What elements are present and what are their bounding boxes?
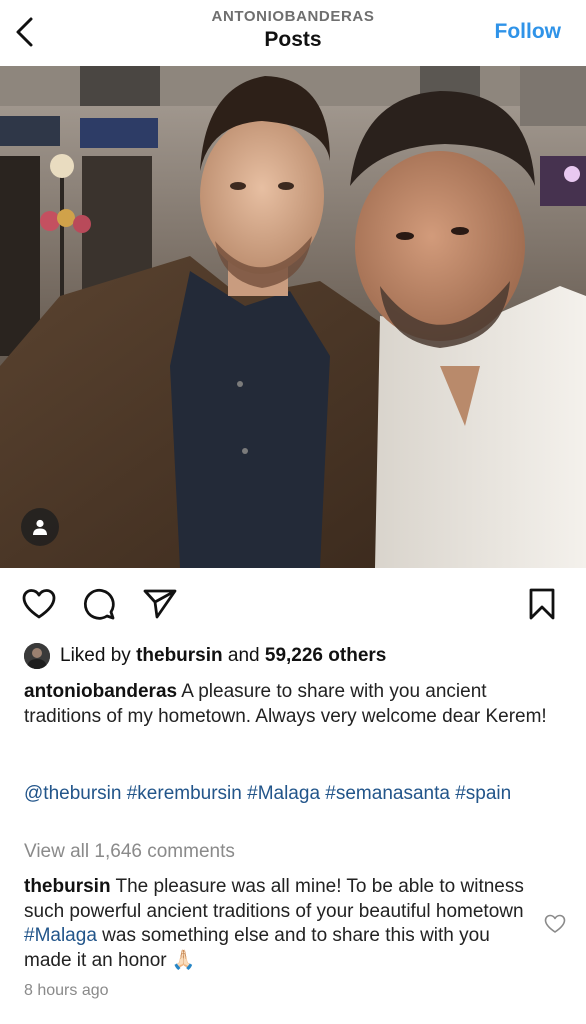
liker-username[interactable]: thebursin [136,645,223,667]
avatar-image [24,643,50,669]
header-bar: ANTONIOBANDERAS Posts Follow [0,0,586,66]
caption-username[interactable]: antoniobanderas [24,681,177,702]
action-bar [0,582,586,626]
comment-button[interactable] [81,586,117,622]
likes-prefix: Liked by [60,645,131,666]
view-all-comments-link[interactable]: View all 1,646 comments [24,841,235,863]
tag-hashtag[interactable]: #Malaga [247,783,320,804]
send-icon [143,589,177,619]
heart-icon [544,914,566,933]
likes-others[interactable]: 59,226 others [265,645,386,667]
post-photo[interactable] [0,66,586,568]
comment-like-button[interactable] [544,914,566,936]
caption-tags: @thebursin #kerembursin #Malaga #semanas… [24,782,564,807]
person-icon [33,519,47,535]
likes-summary[interactable]: Liked by thebursin and 59,226 others [24,642,386,670]
like-button[interactable] [21,586,57,622]
liker-avatar[interactable] [24,643,50,669]
praying-hands-emoji: 🙏🏻 [171,949,196,971]
post-caption: antoniobanderas A pleasure to share with… [24,680,564,729]
heart-icon [22,589,56,619]
tag-hashtag[interactable]: #spain [455,783,511,804]
bookmark-icon [529,588,555,620]
comment-hashtag[interactable]: #Malaga [24,925,97,946]
likes-and: and [227,645,260,666]
top-comment: thebursin The pleasure was all mine! To … [24,875,529,973]
follow-button[interactable]: Follow [495,20,562,44]
save-button[interactable] [524,586,560,622]
comment-username[interactable]: thebursin [24,876,111,897]
tag-mention[interactable]: @thebursin [24,783,121,804]
tag-hashtag[interactable]: #kerembursin [127,783,242,804]
comment-icon [83,588,115,620]
tag-hashtag[interactable]: #semanasanta [325,783,450,804]
tagged-people-button[interactable] [21,508,59,546]
post-timestamp: 8 hours ago [24,982,109,999]
post-image [0,66,586,568]
share-button[interactable] [142,586,178,622]
